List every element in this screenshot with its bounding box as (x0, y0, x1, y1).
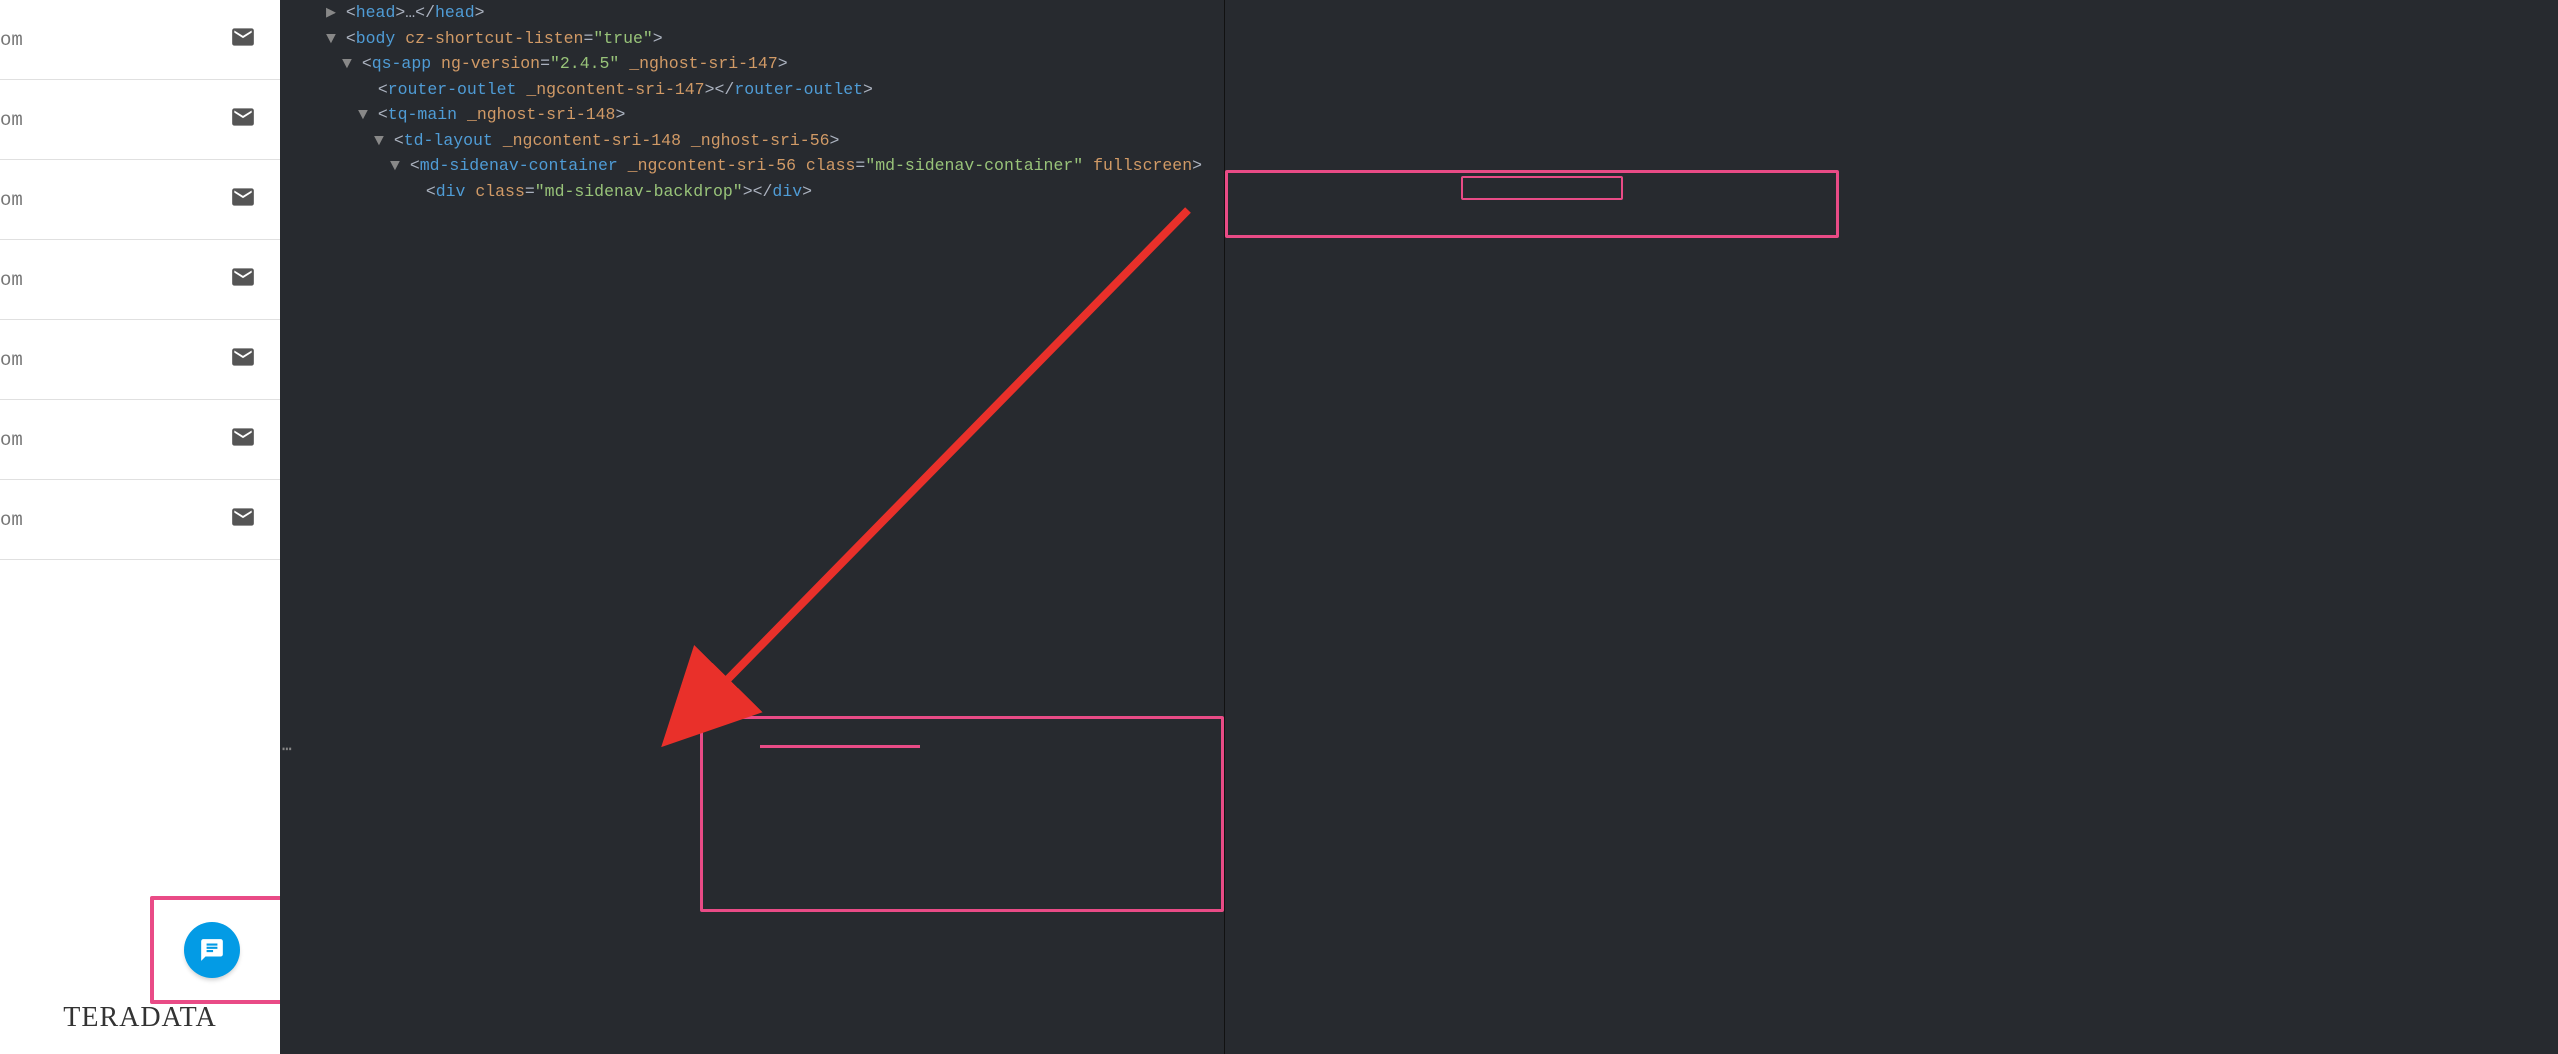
list-item-text: om (0, 429, 23, 451)
dom-node[interactable]: ▼ <td-layout _ngcontent-sri-148 _nghost-… (280, 128, 1224, 154)
disclosure-triangle-icon[interactable]: ▼ (358, 105, 368, 124)
dom-tree[interactable]: ▶ <head>…</head>▼ <body cz-shortcut-list… (280, 0, 1224, 205)
list-item-text: om (0, 109, 23, 131)
dom-node[interactable]: ▼ <md-sidenav-container _ngcontent-sri-5… (280, 153, 1224, 179)
dom-node[interactable]: ▶ <head>…</head> (280, 0, 1224, 26)
elements-panel[interactable]: ▶ <head>…</head>▼ <body cz-shortcut-list… (280, 0, 1224, 1054)
annotation-box (1225, 170, 1839, 238)
annotation-box (700, 716, 1224, 912)
mail-icon (230, 424, 256, 455)
dom-node[interactable]: <div class="md-sidenav-backdrop"></div> (280, 179, 1224, 205)
dom-node[interactable]: ▼ <tq-main _nghost-sri-148> (280, 102, 1224, 128)
disclosure-triangle-icon[interactable]: ▼ (326, 29, 336, 48)
mail-icon (230, 24, 256, 55)
mail-icon (230, 264, 256, 295)
list-item-text: om (0, 509, 23, 531)
list-item[interactable]: om (0, 480, 280, 560)
ellipsis-icon: ⋯ (282, 738, 294, 763)
mail-list: om om om om om om om (0, 0, 280, 982)
list-item-text: om (0, 349, 23, 371)
send-message-fab[interactable] (184, 922, 240, 978)
mail-icon (230, 504, 256, 535)
mail-icon (230, 344, 256, 375)
list-item[interactable]: om (0, 0, 280, 80)
styles-panel[interactable] (1224, 0, 2558, 1054)
list-item[interactable]: om (0, 400, 280, 480)
disclosure-triangle-icon[interactable]: ▼ (390, 156, 400, 175)
list-item[interactable]: om (0, 80, 280, 160)
annotation-underline (760, 745, 920, 748)
mail-icon (230, 104, 256, 135)
list-item[interactable]: om (0, 320, 280, 400)
brand-logo: TERADATA (0, 982, 280, 1054)
list-item[interactable]: om (0, 240, 280, 320)
list-item[interactable]: om (0, 160, 280, 240)
message-icon (199, 937, 225, 963)
dom-node[interactable]: ▼ <qs-app ng-version="2.4.5" _nghost-sri… (280, 51, 1224, 77)
dom-node[interactable]: <router-outlet _ngcontent-sri-147></rout… (280, 77, 1224, 103)
list-item-text: om (0, 29, 23, 51)
fab-wrap (184, 922, 240, 978)
annotation-box (1461, 176, 1623, 200)
mail-icon (230, 184, 256, 215)
list-item-text: om (0, 269, 23, 291)
disclosure-triangle-icon[interactable]: ▼ (342, 54, 352, 73)
disclosure-triangle-icon[interactable]: ▶ (326, 3, 336, 22)
disclosure-triangle-icon[interactable]: ▼ (374, 131, 384, 150)
dom-node[interactable]: ▼ <body cz-shortcut-listen="true"> (280, 26, 1224, 52)
list-item-text: om (0, 189, 23, 211)
app-preview-panel: om om om om om om om TERADATA (0, 0, 280, 1054)
